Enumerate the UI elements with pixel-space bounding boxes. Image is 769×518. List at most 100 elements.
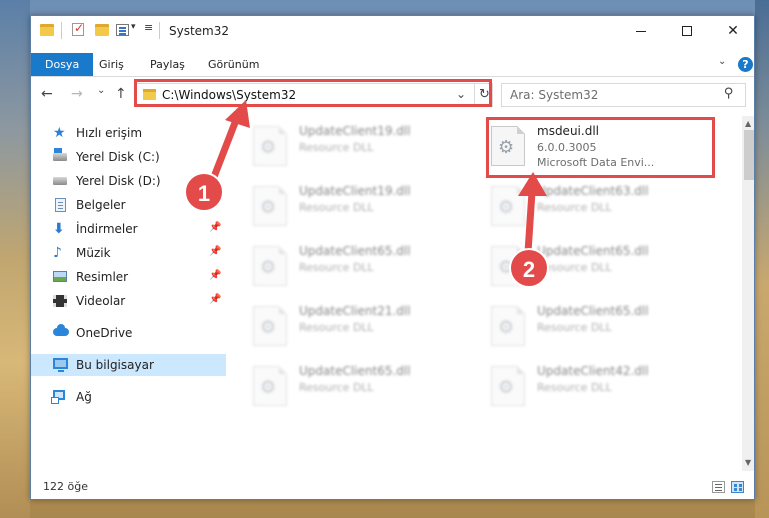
list-item[interactable]: UpdateClient65.dll Resource DLL <box>491 240 721 292</box>
vertical-scrollbar[interactable]: ▲ ▼ <box>742 116 754 471</box>
file-type: Resource DLL <box>537 261 612 274</box>
file-version: 6.0.0.3005 <box>537 141 597 154</box>
dll-file-icon <box>253 126 287 166</box>
sidebar-item-label: Müzik <box>76 246 111 260</box>
address-path[interactable]: C:\Windows\System32 <box>162 88 296 102</box>
title-bar: ▾ ≡ System32 ✕ <box>31 16 754 46</box>
desktop-background-left <box>0 0 30 518</box>
sidebar-item-label: Resimler <box>76 270 129 284</box>
tab-gorunum[interactable]: Görünüm <box>196 53 271 76</box>
sidebar-item-pictures[interactable]: Resimler 📌 <box>31 266 226 288</box>
file-type: Resource DLL <box>299 201 374 214</box>
list-item-msdeui[interactable]: msdeui.dll 6.0.0.3005 Microsoft Data Env… <box>491 120 721 172</box>
refresh-icon[interactable]: ↻ <box>474 84 494 106</box>
new-folder-icon[interactable] <box>95 24 109 36</box>
close-button[interactable]: ✕ <box>710 16 754 46</box>
file-explorer-window: ▾ ≡ System32 ✕ Dosya Giriş Paylaş Görünü… <box>30 15 755 500</box>
address-folder-icon <box>143 89 156 100</box>
up-arrow-icon[interactable]: ↑ <box>115 86 127 102</box>
scroll-up-icon[interactable]: ▲ <box>745 119 751 128</box>
file-type: Resource DLL <box>537 381 612 394</box>
scroll-thumb[interactable] <box>744 130 754 180</box>
file-type: Resource DLL <box>299 381 374 394</box>
back-arrow-icon[interactable]: ← <box>41 86 53 102</box>
recent-locations-icon[interactable]: ⌄ <box>97 85 105 96</box>
sidebar-item-music[interactable]: ♪ Müzik 📌 <box>31 242 226 264</box>
star-icon: ★ <box>53 125 66 141</box>
customize-view-icon[interactable] <box>116 24 129 36</box>
help-icon[interactable]: ? <box>738 57 753 72</box>
file-type: Resource DLL <box>537 201 612 214</box>
onedrive-icon <box>53 324 69 336</box>
pin-icon[interactable]: 📌 <box>209 198 221 209</box>
file-type: Resource DLL <box>537 321 612 334</box>
file-list: UpdateClient19.dll Resource DLL UpdateCl… <box>227 116 742 471</box>
sidebar-item-quick-access[interactable]: ★ Hızlı erişim <box>31 122 226 144</box>
list-item[interactable]: UpdateClient65.dll Resource DLL <box>253 240 483 292</box>
list-item[interactable]: UpdateClient19.dll Resource DLL <box>253 120 483 172</box>
tab-giris[interactable]: Giriş <box>87 53 136 76</box>
music-icon: ♪ <box>53 245 62 261</box>
scroll-down-icon[interactable]: ▼ <box>745 458 751 467</box>
this-pc-icon <box>53 358 68 372</box>
list-item[interactable]: UpdateClient65.dll Resource DLL <box>253 360 483 412</box>
dll-file-icon <box>253 186 287 226</box>
sidebar-item-network[interactable]: Ağ <box>31 386 226 408</box>
sidebar-item-videos[interactable]: Videolar 📌 <box>31 290 226 312</box>
file-name: UpdateClient42.dll <box>537 364 649 378</box>
downloads-icon: ⬇ <box>53 221 65 237</box>
tab-paylas[interactable]: Paylaş <box>138 53 197 76</box>
sidebar-item-local-disk-c[interactable]: Yerel Disk (C:) <box>31 146 226 168</box>
sidebar-item-documents[interactable]: Belgeler 📌 <box>31 194 226 216</box>
expand-ribbon-icon[interactable]: ⌄ <box>718 56 726 67</box>
list-item[interactable]: UpdateClient21.dll Resource DLL <box>253 300 483 352</box>
pin-icon[interactable]: 📌 <box>209 246 221 257</box>
forward-arrow-icon[interactable]: → <box>71 86 83 102</box>
large-icons-view-icon[interactable] <box>731 481 744 493</box>
properties-check-icon[interactable] <box>72 21 84 36</box>
chevron-down-icon[interactable]: ▾ <box>131 22 136 32</box>
desktop-background-right <box>755 0 769 518</box>
tab-dosya[interactable]: Dosya <box>31 53 94 76</box>
sidebar-item-label: Bu bilgisayar <box>76 358 154 372</box>
drive-icon <box>53 148 67 161</box>
minimize-button[interactable] <box>618 16 664 46</box>
dll-file-icon <box>253 366 287 406</box>
sidebar-item-downloads[interactable]: ⬇ İndirmeler 📌 <box>31 218 226 240</box>
maximize-button[interactable] <box>664 16 710 46</box>
minimize-icon <box>636 31 646 32</box>
file-name: UpdateClient65.dll <box>537 304 649 318</box>
pin-icon[interactable]: 📌 <box>209 270 221 281</box>
sidebar-item-label: İndirmeler <box>76 222 138 236</box>
close-icon: ✕ <box>727 23 739 39</box>
list-item[interactable]: UpdateClient63.dll Resource DLL <box>491 180 721 232</box>
list-item[interactable]: UpdateClient19.dll Resource DLL <box>253 180 483 232</box>
status-bar: 122 öğe <box>31 475 754 499</box>
list-item[interactable]: UpdateClient65.dll Resource DLL <box>491 300 721 352</box>
file-type: Resource DLL <box>299 321 374 334</box>
list-item[interactable]: UpdateClient42.dll Resource DLL <box>491 360 721 412</box>
address-bar[interactable]: C:\Windows\System32 ⌄ ↻ <box>135 83 493 107</box>
title-separator <box>159 22 160 39</box>
navigation-bar: ← → ⌄ ↑ C:\Windows\System32 ⌄ ↻ Ara: Sys… <box>31 80 754 110</box>
drive-icon <box>53 177 67 185</box>
ribbon: Dosya Giriş Paylaş Görünüm ⌄ ? <box>31 53 754 77</box>
sidebar-item-label: Ağ <box>76 390 92 404</box>
dll-file-icon <box>491 246 525 286</box>
details-view-icon[interactable] <box>712 481 725 493</box>
dll-file-icon <box>253 246 287 286</box>
sidebar-item-label: OneDrive <box>76 326 133 340</box>
sidebar-item-label: Yerel Disk (C:) <box>76 150 160 164</box>
file-name: UpdateClient65.dll <box>537 244 649 258</box>
sidebar-item-local-disk-d[interactable]: Yerel Disk (D:) <box>31 170 226 192</box>
customize-toolbar-icon[interactable]: ≡ <box>144 21 153 34</box>
search-input[interactable]: Ara: System32 ⚲ <box>501 83 746 107</box>
pin-icon[interactable]: 📌 <box>209 222 221 233</box>
address-dropdown-icon[interactable]: ⌄ <box>456 87 466 101</box>
search-icon[interactable]: ⚲ <box>724 86 734 101</box>
pin-icon[interactable]: 📌 <box>209 294 221 305</box>
window-title: System32 <box>169 24 230 38</box>
sidebar-item-this-pc[interactable]: Bu bilgisayar <box>31 354 226 376</box>
sidebar-item-onedrive[interactable]: OneDrive <box>31 322 226 344</box>
dll-file-icon <box>491 126 525 166</box>
